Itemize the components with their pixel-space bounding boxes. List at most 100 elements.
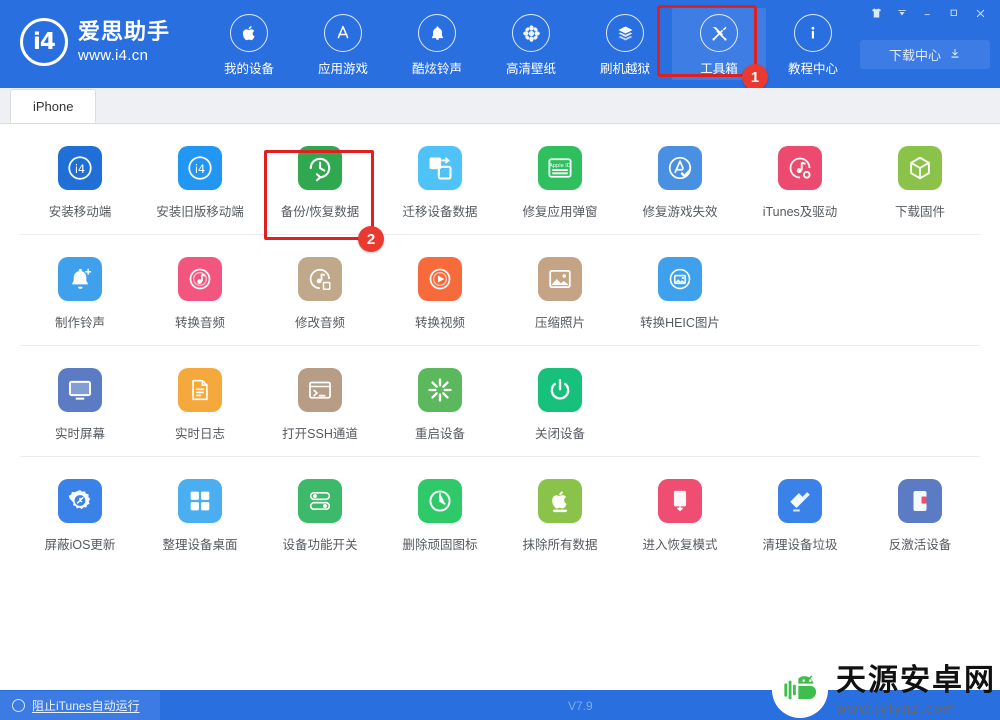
toolbox-row-1: i4 安装移动端 i4 安装旧版移动端 备份/恢复数据 迁移设备数据 Apple…	[20, 124, 980, 235]
photo-compress-icon	[538, 257, 582, 301]
svg-text:Apple ID: Apple ID	[549, 163, 570, 169]
tool-label: 安装移动端	[48, 205, 112, 219]
nav-item-ringtones[interactable]: 酷炫铃声	[390, 8, 484, 80]
tool-label: iTunes及驱动	[762, 205, 838, 219]
tool-backup-restore[interactable]: 备份/恢复数据	[260, 146, 380, 220]
heic-convert-icon	[658, 257, 702, 301]
power-off-icon	[538, 368, 582, 412]
block-itunes-toggle[interactable]: 阻止iTunes自动运行	[0, 690, 160, 720]
tool-label: 重启设备	[414, 427, 465, 441]
nav-item-flash-jailbreak[interactable]: 刷机越狱	[578, 8, 672, 80]
tool-label: 整理设备桌面	[162, 538, 238, 552]
tool-erase-all-data[interactable]: 抹除所有数据	[500, 479, 620, 553]
tool-install-legacy-client[interactable]: i4 安装旧版移动端	[140, 146, 260, 220]
tool-fix-app-popup[interactable]: Apple ID 修复应用弹窗	[500, 146, 620, 220]
nav-item-tutorials[interactable]: 教程中心	[766, 8, 860, 80]
nav-label: 应用游戏	[318, 62, 369, 76]
tool-live-log[interactable]: 实时日志	[140, 368, 260, 442]
itunes-driver-icon	[778, 146, 822, 190]
tool-label: 屏蔽iOS更新	[44, 538, 116, 552]
info-icon	[794, 14, 833, 52]
feature-toggle-icon	[298, 479, 342, 523]
firmware-box-icon	[898, 146, 942, 190]
tool-fix-game-failure[interactable]: 修复游戏失效	[620, 146, 740, 220]
tool-enter-recovery-mode[interactable]: 进入恢复模式	[620, 479, 740, 553]
tool-label: 反激活设备	[888, 538, 952, 552]
tool-label: 修复游戏失效	[642, 205, 718, 219]
delete-icon-icon	[418, 479, 462, 523]
tool-convert-audio[interactable]: 转换音频	[140, 257, 260, 331]
tool-label: 关闭设备	[534, 427, 585, 441]
tool-download-firmware[interactable]: 下载固件	[860, 146, 980, 220]
tool-label: 设备功能开关	[282, 538, 358, 552]
tool-clean-device-trash[interactable]: 清理设备垃圾	[740, 479, 860, 553]
toggle-circle-icon	[12, 699, 25, 712]
brand-name: 爱思助手	[78, 19, 171, 44]
backup-restore-icon	[298, 146, 342, 190]
toolbox-row-2: 制作铃声 转换音频 修改音频 转换视频 压缩照片 转换HEIC图片	[20, 235, 980, 346]
svg-text:i4: i4	[195, 163, 205, 176]
tool-label: 实时屏幕	[54, 427, 105, 441]
brand-logo[interactable]: i4 爱思助手 www.i4.cn	[20, 18, 170, 66]
toolbox-grid: i4 安装移动端 i4 安装旧版移动端 备份/恢复数据 迁移设备数据 Apple…	[0, 124, 1000, 690]
tool-itunes-drivers[interactable]: iTunes及驱动	[740, 146, 860, 220]
i4-app-icon: i4	[58, 146, 102, 190]
tool-edit-audio[interactable]: 修改音频	[260, 257, 380, 331]
minimize-icon[interactable]	[916, 2, 940, 24]
tool-label: 删除顽固图标	[402, 538, 478, 552]
tool-label: 抹除所有数据	[522, 538, 598, 552]
appstore-icon	[324, 14, 363, 52]
toolbox-row-4: 屏蔽iOS更新 整理设备桌面 设备功能开关 删除顽固图标 抹除所有数据 进入恢复…	[20, 457, 980, 567]
tool-label: 转换HEIC图片	[640, 316, 720, 330]
brand-url: www.i4.cn	[78, 47, 149, 64]
tool-convert-video[interactable]: 转换视频	[380, 257, 500, 331]
organize-desktop-icon	[178, 479, 222, 523]
menu-dropdown-icon[interactable]	[890, 2, 914, 24]
close-icon[interactable]	[968, 2, 992, 24]
nav-item-my-device[interactable]: 我的设备	[202, 8, 296, 80]
step-badge-2: 2	[358, 226, 384, 252]
tool-install-mobile-client[interactable]: i4 安装移动端	[20, 146, 140, 220]
download-center-label: 下载中心	[888, 48, 941, 63]
nav-label: 我的设备	[224, 62, 275, 76]
appleid-fix-icon: Apple ID	[538, 146, 582, 190]
tool-feature-toggles[interactable]: 设备功能开关	[260, 479, 380, 553]
download-icon	[949, 47, 961, 63]
tab-label: iPhone	[33, 98, 74, 114]
tool-convert-heic[interactable]: 转换HEIC图片	[620, 257, 740, 331]
download-center-button[interactable]: 下载中心	[860, 40, 990, 69]
tool-migrate-device-data[interactable]: 迁移设备数据	[380, 146, 500, 220]
box-open-icon	[606, 14, 645, 52]
tool-make-ringtone[interactable]: 制作铃声	[20, 257, 140, 331]
tool-label: 备份/恢复数据	[280, 205, 360, 219]
live-log-icon	[178, 368, 222, 412]
version-label: V7.9	[568, 699, 593, 713]
nav-item-wallpapers[interactable]: 高清壁纸	[484, 8, 578, 80]
live-screen-icon	[58, 368, 102, 412]
tool-compress-photo[interactable]: 压缩照片	[500, 257, 620, 331]
nav-label: 刷机越狱	[600, 62, 651, 76]
tool-live-screen[interactable]: 实时屏幕	[20, 368, 140, 442]
tool-label: 压缩照片	[534, 316, 585, 330]
skin-icon[interactable]	[864, 2, 888, 24]
nav-item-apps-games[interactable]: 应用游戏	[296, 8, 390, 80]
i4-app-old-icon: i4	[178, 146, 222, 190]
tool-block-ios-update[interactable]: 屏蔽iOS更新	[20, 479, 140, 553]
tool-open-ssh[interactable]: 打开SSH通道	[260, 368, 380, 442]
apple-icon	[230, 14, 269, 52]
tab-iphone[interactable]: iPhone	[10, 89, 97, 123]
app-header: i4 爱思助手 www.i4.cn 我的设备 应用游戏 酷炫铃声 高清壁纸 刷机…	[0, 0, 1000, 90]
nav-label: 酷炫铃声	[412, 62, 463, 76]
tool-delete-stubborn-icon[interactable]: 删除顽固图标	[380, 479, 500, 553]
status-bar: 阻止iTunes自动运行 V7.9	[0, 690, 1000, 720]
tool-reboot-device[interactable]: 重启设备	[380, 368, 500, 442]
recovery-mode-icon	[658, 479, 702, 523]
tool-power-off-device[interactable]: 关闭设备	[500, 368, 620, 442]
maximize-icon[interactable]	[942, 2, 966, 24]
tool-label: 转换视频	[414, 316, 465, 330]
video-convert-icon	[418, 257, 462, 301]
tool-deactivate-device[interactable]: 反激活设备	[860, 479, 980, 553]
tools-icon	[700, 14, 739, 52]
tool-organize-desktop[interactable]: 整理设备桌面	[140, 479, 260, 553]
window-controls	[864, 2, 992, 24]
